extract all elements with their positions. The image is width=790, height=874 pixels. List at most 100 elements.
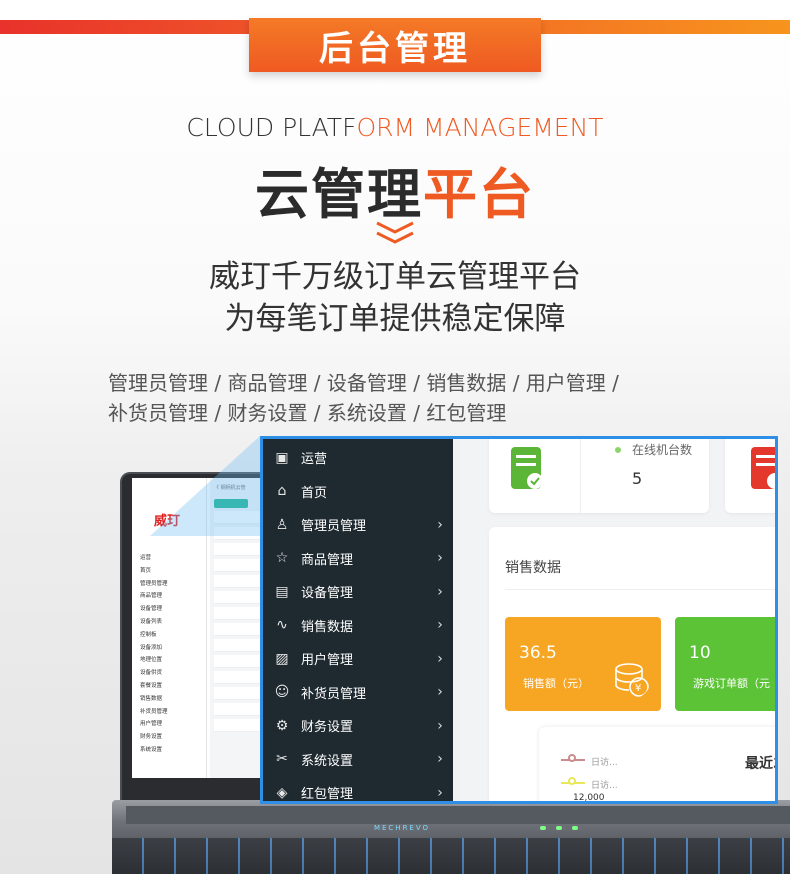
sales-section-title: 销售数据 [505, 560, 561, 576]
legend-text-2: 日访... [591, 781, 618, 791]
mini-menu-item: 设备添加 [140, 644, 163, 651]
game-order-card[interactable]: 10 游戏订单额（元 [675, 617, 775, 711]
chevron-right-icon: › [437, 684, 443, 700]
sidebar-item[interactable]: ✂ 系统设置 › [263, 743, 453, 776]
sidebar-item[interactable]: ▤ 设备管理 › [263, 575, 453, 608]
online-count-label: 在线机台数 [632, 443, 693, 457]
section-divider [505, 589, 775, 590]
tools-icon: ✂ [276, 751, 288, 767]
mini-menu-item: 管理员管理 [140, 580, 168, 587]
mini-menu-item: 销售数据 [140, 695, 163, 702]
feature-line-1: 管理员管理 / 商品管理 / 设备管理 / 销售数据 / 用户管理 / [108, 371, 619, 395]
status-led [572, 826, 578, 830]
game-order-value: 10 [689, 643, 711, 663]
mini-menu-item: 地理位置 [140, 657, 163, 664]
sidebar-item[interactable]: ◈ 红包管理 › [263, 776, 453, 802]
game-order-label: 游戏订单额（元 [693, 677, 770, 690]
chevron-right-icon: › [437, 583, 443, 600]
feature-list: 管理员管理 / 商品管理 / 设备管理 / 销售数据 / 用户管理 / 补货员管… [108, 368, 748, 428]
legend-marker-2 [568, 777, 576, 785]
mini-menu-item: 设备管理 [140, 606, 163, 613]
sidebar-item[interactable]: ▣ 运营 [263, 441, 453, 474]
coins-icon: ¥ [615, 663, 649, 697]
chevron-right-icon: › [437, 550, 443, 566]
sidebar-item-label: 首页 [301, 485, 328, 501]
mini-menu-item: 设备供货 [140, 670, 163, 677]
user-icon: ♙ [275, 516, 289, 533]
pulse-icon: ∿ [276, 617, 288, 633]
window-icon: ▤ [275, 583, 289, 600]
chart-title: 最近3 [745, 756, 775, 772]
sidebar-item-label: 销售数据 [301, 619, 354, 635]
svg-text:¥: ¥ [635, 683, 641, 694]
sales-amount-card[interactable]: 36.5 销售额（元） ¥ [505, 617, 661, 711]
chevron-right-icon: › [437, 516, 443, 533]
chevron-right-icon: › [437, 751, 443, 767]
slogan-line-2: 为每笔订单提供稳定保障 [224, 301, 566, 337]
sidebar-item[interactable]: ⚙ 财务设置 › [263, 709, 453, 742]
sidebar-item-label: 财务设置 [301, 720, 354, 735]
banner-title: 后台管理 [249, 18, 541, 72]
sidebar-item[interactable]: ☆ 商品管理 › [263, 542, 453, 575]
sales-amount-value: 36.5 [519, 643, 557, 663]
status-led [556, 826, 562, 830]
card-divider [580, 439, 581, 513]
sidebar-item-label: 运营 [301, 452, 328, 467]
english-heading-dark: CLOUD PLATF [186, 113, 357, 142]
mini-menu-item: 用户管理 [140, 721, 163, 728]
monitor-icon: ▣ [275, 449, 289, 466]
chinese-heading-orange: 平台 [423, 163, 535, 226]
mini-menu-item: 套餐设置 [140, 682, 163, 689]
chevron-right-icon: › [437, 717, 443, 734]
online-dot-icon [615, 447, 621, 453]
sidebar-item-label: 管理员管理 [301, 519, 367, 534]
sales-amount-label: 销售额（元） [523, 677, 589, 690]
mini-menu-item: 运营 [140, 555, 152, 561]
offline-machines-card [725, 439, 775, 513]
sidebar-item[interactable]: ♙ 管理员管理 › [263, 508, 453, 541]
sidebar-item[interactable]: ∿ 销售数据 › [263, 609, 453, 642]
feature-line-2: 补货员管理 / 财务设置 / 系统设置 / 红包管理 [108, 401, 507, 425]
mini-menu-item: 补货员管理 [140, 708, 168, 715]
sidebar-item-label: 用户管理 [301, 653, 354, 668]
sidebar-item[interactable]: ⌂ 首页 [263, 475, 453, 508]
mini-menu-item: 首页 [140, 567, 152, 574]
mini-menu-item: 设备列表 [140, 618, 163, 625]
dashboard-content: 在线机台数 5 销售数据 36.5 销售额（元） ¥ 10 游戏订单额（元 最近… [453, 439, 775, 801]
zoom-connector [150, 436, 260, 536]
chinese-heading-dark: 云管理 [255, 163, 423, 226]
sidebar-item[interactable]: ▨ 用户管理 › [263, 642, 453, 675]
online-machines-card: 在线机台数 5 [489, 439, 709, 513]
server-online-icon [511, 447, 541, 489]
english-heading-orange: ORM MANAGEMENT [356, 113, 604, 142]
sales-section: 销售数据 36.5 销售额（元） ¥ 10 游戏订单额（元 最近3 [489, 527, 775, 803]
mini-menu-item: 商品管理 [140, 593, 163, 600]
sidebar: ▣ 运营 ⌂ 首页 ♙ 管理员管理 › ☆ 商品管理 › ▤ 设备管理 › ∿ 销售数据 › ▨ 用户管理 › ☺ 补货… [263, 439, 453, 801]
slogan: 威玎千万级订单云管理平台 为每笔订单提供稳定保障 [0, 256, 790, 340]
slogan-line-1: 威玎千万级订单云管理平台 [209, 259, 581, 295]
chinese-heading: 云管理平台 [0, 150, 790, 229]
smile-icon: ☺ [274, 684, 290, 700]
mini-menu-item: 财务设置 [140, 734, 163, 741]
chevron-right-icon: › [437, 650, 443, 667]
online-count-value: 5 [632, 469, 643, 488]
sidebar-item-label: 补货员管理 [301, 686, 367, 702]
english-heading: CLOUD PLATFORM MANAGEMENT [0, 113, 790, 142]
server-offline-icon [751, 447, 775, 489]
double-chevron-down-icon [376, 221, 414, 244]
home-icon: ⌂ [277, 483, 287, 499]
sidebar-item[interactable]: ☺ 补货员管理 › [263, 676, 453, 709]
sidebar-item-label: 商品管理 [301, 552, 354, 568]
y-axis-tick: 12,000 [573, 793, 605, 803]
legend-marker-1 [568, 754, 576, 762]
laptop-hinge [126, 806, 790, 824]
status-led [540, 826, 546, 830]
mini-menu: 运营 首页 管理员管理 商品管理 设备管理 设备列表 控制板 设备添加 地理位置 设备供货 套餐设置… [140, 552, 204, 757]
sidebar-item-label: 设备管理 [301, 586, 354, 601]
recent-chart-card: 最近3 日访... 日访... 12,000 [539, 727, 775, 803]
code-icon: ◈ [276, 784, 288, 801]
sidebar-item-label: 红包管理 [301, 787, 354, 802]
chevron-right-icon: › [437, 784, 443, 801]
laptop-keyboard [112, 838, 790, 874]
laptop-brand: MECHREVO [373, 824, 431, 832]
